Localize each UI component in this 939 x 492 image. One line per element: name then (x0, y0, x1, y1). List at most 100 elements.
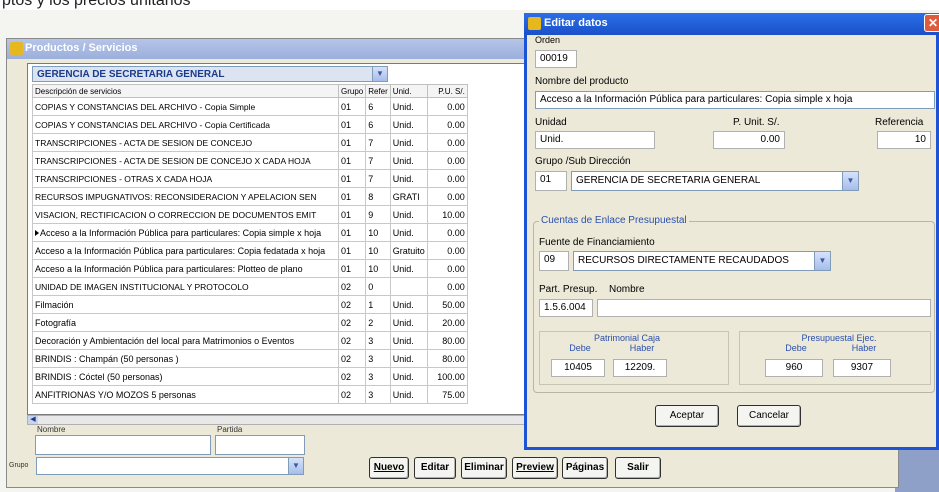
cell-unid[interactable]: Unid. (389, 97, 428, 116)
chevron-down-icon[interactable]: ▼ (842, 172, 858, 190)
cell-refer[interactable]: 10 (365, 223, 391, 242)
fuente-code-field[interactable]: 09 (539, 251, 569, 271)
paginas-button[interactable]: Páginas (562, 457, 608, 479)
nombre-producto-field[interactable]: Acceso a la Información Pública para par… (535, 91, 935, 109)
cell-unid[interactable]: Unid. (389, 385, 428, 404)
table-row[interactable]: VISACION, RECTIFICACION O CORRECCION DE … (32, 205, 468, 224)
table-row[interactable]: BRINDIS : Cóctel (50 personas) 02 3 Unid. 10… (32, 367, 468, 386)
col-header-descripcion[interactable]: Descripción de servicios (32, 84, 339, 98)
cell-unid[interactable]: Unid. (389, 151, 428, 170)
cell-descripcion[interactable]: Decoración y Ambientación del local para… (32, 331, 339, 350)
cell-pu[interactable]: 0.00 (426, 133, 468, 152)
cell-descripcion[interactable]: TRANSCRIPCIONES - ACTA DE SESION DE CONC… (32, 133, 339, 152)
cell-descripcion[interactable]: Acceso a la Información Pública para par… (32, 223, 339, 242)
col-header-grupo[interactable]: Grupo (337, 84, 367, 98)
cell-descripcion[interactable]: COPIAS Y CONSTANCIAS DEL ARCHIVO - Copia… (32, 115, 339, 134)
cell-unid[interactable]: Unid. (389, 115, 428, 134)
table-row[interactable]: Decoración y Ambientación del local para… (32, 331, 468, 350)
table-row[interactable]: Acceso a la Información Pública para par… (32, 241, 468, 260)
cell-grupo[interactable]: 01 (337, 97, 367, 116)
partida-search-field[interactable] (215, 435, 305, 455)
cell-grupo[interactable]: 01 (337, 223, 367, 242)
group-filter-combo[interactable]: GERENCIA DE SECRETARIA GENERAL ▼ (32, 66, 388, 82)
cell-pu[interactable]: 0.00 (426, 97, 468, 116)
cell-grupo[interactable]: 01 (337, 169, 367, 188)
close-icon[interactable]: ✕ (924, 14, 939, 32)
cell-descripcion[interactable]: COPIAS Y CONSTANCIAS DEL ARCHIVO - Copia… (32, 97, 339, 116)
cell-refer[interactable]: 7 (365, 169, 391, 188)
cell-unid[interactable]: Unid. (389, 349, 428, 368)
table-row[interactable]: ANFITRIONAS Y/O MOZOS 5 personas 02 3 Unid.… (32, 385, 468, 404)
cell-descripcion[interactable]: Fotografía (32, 313, 339, 332)
cell-pu[interactable]: 20.00 (426, 313, 468, 332)
cell-descripcion[interactable]: RECURSOS IMPUGNATIVOS: RECONSIDERACION Y… (32, 187, 339, 206)
cell-unid[interactable]: Unid. (389, 169, 428, 188)
cell-refer[interactable]: 2 (365, 313, 391, 332)
pu-field[interactable]: 0.00 (713, 131, 785, 149)
cell-descripcion[interactable]: BRINDIS : Champán (50 personas ) (32, 349, 339, 368)
table-row[interactable]: Fotografía 02 2 Unid. 20.00 (32, 313, 468, 332)
cell-descripcion[interactable]: BRINDIS : Cóctel (50 personas) (32, 367, 339, 386)
table-row[interactable]: UNIDAD DE IMAGEN INSTITUCIONAL Y PROTOCO… (32, 277, 468, 296)
unidad-field[interactable]: Unid. (535, 131, 655, 149)
pat-debe-field[interactable]: 10405 (551, 359, 605, 377)
table-row[interactable]: TRANSCRIPCIONES - OTRAS X CADA HOJA 01 7 Un… (32, 169, 468, 188)
cell-pu[interactable]: 0.00 (426, 241, 468, 260)
table-row[interactable]: COPIAS Y CONSTANCIAS DEL ARCHIVO - Copia… (32, 97, 468, 116)
cell-grupo[interactable]: 01 (337, 241, 367, 260)
cell-grupo[interactable]: 02 (337, 277, 367, 296)
cell-refer[interactable]: 0 (365, 277, 391, 296)
cell-refer[interactable]: 3 (365, 349, 391, 368)
cell-pu[interactable]: 100.00 (426, 367, 468, 386)
table-row[interactable]: COPIAS Y CONSTANCIAS DEL ARCHIVO - Copia… (32, 115, 468, 134)
cell-refer[interactable]: 6 (365, 115, 391, 134)
part-nombre-field[interactable] (597, 299, 931, 317)
orden-field[interactable]: 00019 (535, 50, 577, 68)
chevron-down-icon[interactable]: ▼ (372, 67, 387, 81)
cell-refer[interactable]: 10 (365, 259, 391, 278)
cell-pu[interactable]: 0.00 (426, 115, 468, 134)
cell-unid[interactable]: Unid. (389, 133, 428, 152)
cell-refer[interactable]: 10 (365, 241, 391, 260)
cell-unid[interactable]: Unid. (389, 295, 428, 314)
cell-unid[interactable]: Unid. (389, 259, 428, 278)
cell-grupo[interactable]: 01 (337, 259, 367, 278)
cell-pu[interactable]: 10.00 (426, 205, 468, 224)
preview-button[interactable]: Preview (512, 457, 558, 479)
cell-refer[interactable]: 9 (365, 205, 391, 224)
cell-grupo[interactable]: 01 (337, 115, 367, 134)
aceptar-button[interactable]: Aceptar (655, 405, 719, 427)
cancelar-button[interactable]: Cancelar (737, 405, 801, 427)
cell-pu[interactable]: 0.00 (426, 187, 468, 206)
chevron-down-icon[interactable]: ▼ (814, 252, 830, 270)
nuevo-button[interactable]: Nuevo (369, 457, 409, 479)
cell-grupo[interactable]: 01 (337, 133, 367, 152)
col-header-unid[interactable]: Unid. (389, 84, 428, 98)
edit-dialog-titlebar[interactable]: Editar datos ✕ (524, 13, 939, 35)
pre-debe-field[interactable]: 960 (765, 359, 823, 377)
cell-pu[interactable]: 50.00 (426, 295, 468, 314)
table-row[interactable]: BRINDIS : Champán (50 personas ) 02 3 Unid.… (32, 349, 468, 368)
grupo-name-combo[interactable]: GERENCIA DE SECRETARIA GENERAL ▼ (571, 171, 859, 191)
cell-pu[interactable]: 0.00 (426, 277, 468, 296)
cell-unid[interactable]: Gratuito (389, 241, 428, 260)
cell-descripcion[interactable]: VISACION, RECTIFICACION O CORRECCION DE … (32, 205, 339, 224)
cell-descripcion[interactable]: UNIDAD DE IMAGEN INSTITUCIONAL Y PROTOCO… (32, 277, 339, 296)
cell-pu[interactable]: 0.00 (426, 259, 468, 278)
cell-refer[interactable]: 3 (365, 367, 391, 386)
eliminar-button[interactable]: Eliminar (461, 457, 507, 479)
table-row[interactable]: Filmación 02 1 Unid. 50.00 (32, 295, 468, 314)
table-row[interactable]: Acceso a la Información Pública para par… (32, 259, 468, 278)
cell-pu[interactable]: 80.00 (426, 331, 468, 350)
cell-grupo[interactable]: 02 (337, 385, 367, 404)
table-row[interactable]: TRANSCRIPCIONES - ACTA DE SESION DE CONC… (32, 151, 468, 170)
cell-descripcion[interactable]: TRANSCRIPCIONES - ACTA DE SESION DE CONC… (32, 151, 339, 170)
cell-refer[interactable]: 7 (365, 133, 391, 152)
cell-refer[interactable]: 1 (365, 295, 391, 314)
cell-grupo[interactable]: 02 (337, 349, 367, 368)
cell-unid[interactable]: Unid. (389, 205, 428, 224)
cell-descripcion[interactable]: TRANSCRIPCIONES - OTRAS X CADA HOJA (32, 169, 339, 188)
cell-grupo[interactable]: 01 (337, 205, 367, 224)
cell-unid[interactable]: Unid. (389, 223, 428, 242)
cell-unid[interactable]: Unid. (389, 313, 428, 332)
